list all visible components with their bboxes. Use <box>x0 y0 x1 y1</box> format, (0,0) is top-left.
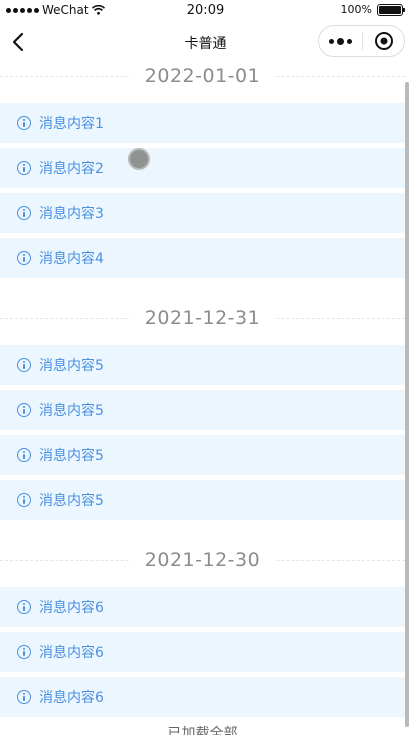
message-list[interactable]: 2022-01-01 消息内容1 消息内容2 消息内容3 消息内容4 2021-… <box>0 62 405 735</box>
list-item[interactable]: 消息内容1 <box>0 103 405 143</box>
date-label: 2021-12-30 <box>130 548 275 571</box>
close-button[interactable] <box>363 26 404 56</box>
message-text: 消息内容5 <box>39 403 104 419</box>
info-icon <box>17 645 31 659</box>
info-icon <box>17 161 31 175</box>
list-item[interactable]: 消息内容6 <box>0 677 405 717</box>
battery-percent: 100% <box>340 3 372 16</box>
message-text: 消息内容5 <box>39 493 104 509</box>
message-text: 消息内容2 <box>39 161 104 177</box>
status-bar: WeChat 20:09 100% <box>0 0 411 22</box>
target-circle-icon <box>374 32 393 50</box>
more-button[interactable] <box>319 26 362 56</box>
info-icon <box>17 116 31 130</box>
load-complete-text: 已加载全部 <box>167 725 238 735</box>
info-icon <box>17 403 31 417</box>
list-item[interactable]: 消息内容5 <box>0 390 405 430</box>
list-item[interactable]: 消息内容5 <box>0 480 405 520</box>
battery-icon <box>377 3 405 16</box>
list-item[interactable]: 消息内容5 <box>0 435 405 475</box>
info-icon <box>17 448 31 462</box>
message-text: 消息内容1 <box>39 116 104 132</box>
message-text: 消息内容5 <box>39 358 104 374</box>
date-header: 2021-12-30 <box>0 546 405 573</box>
info-icon <box>17 493 31 507</box>
date-header: 2022-01-01 <box>0 62 405 89</box>
info-icon <box>17 358 31 372</box>
list-item[interactable]: 消息内容2 <box>0 148 405 188</box>
touch-indicator <box>128 148 150 170</box>
message-text: 消息内容6 <box>39 645 104 661</box>
date-label: 2021-12-31 <box>130 306 275 329</box>
scrollbar[interactable] <box>405 82 409 727</box>
list-item[interactable]: 消息内容6 <box>0 632 405 672</box>
date-label: 2022-01-01 <box>130 64 275 87</box>
info-icon <box>17 690 31 704</box>
navigation-bar: 卡普通 <box>0 22 411 62</box>
message-text: 消息内容6 <box>39 600 104 616</box>
battery-status: 100% <box>340 3 405 16</box>
list-item[interactable]: 消息内容5 <box>0 345 405 385</box>
info-icon <box>17 600 31 614</box>
message-text: 消息内容5 <box>39 448 104 464</box>
info-icon <box>17 251 31 265</box>
mini-program-capsule <box>318 25 405 57</box>
info-icon <box>17 206 31 220</box>
list-item[interactable]: 消息内容3 <box>0 193 405 233</box>
date-header: 2021-12-31 <box>0 304 405 331</box>
message-text: 消息内容6 <box>39 690 104 706</box>
list-item[interactable]: 消息内容4 <box>0 238 405 278</box>
message-text: 消息内容4 <box>39 251 104 267</box>
list-item[interactable]: 消息内容6 <box>0 587 405 627</box>
message-text: 消息内容3 <box>39 206 104 222</box>
more-dots-icon <box>329 37 352 45</box>
